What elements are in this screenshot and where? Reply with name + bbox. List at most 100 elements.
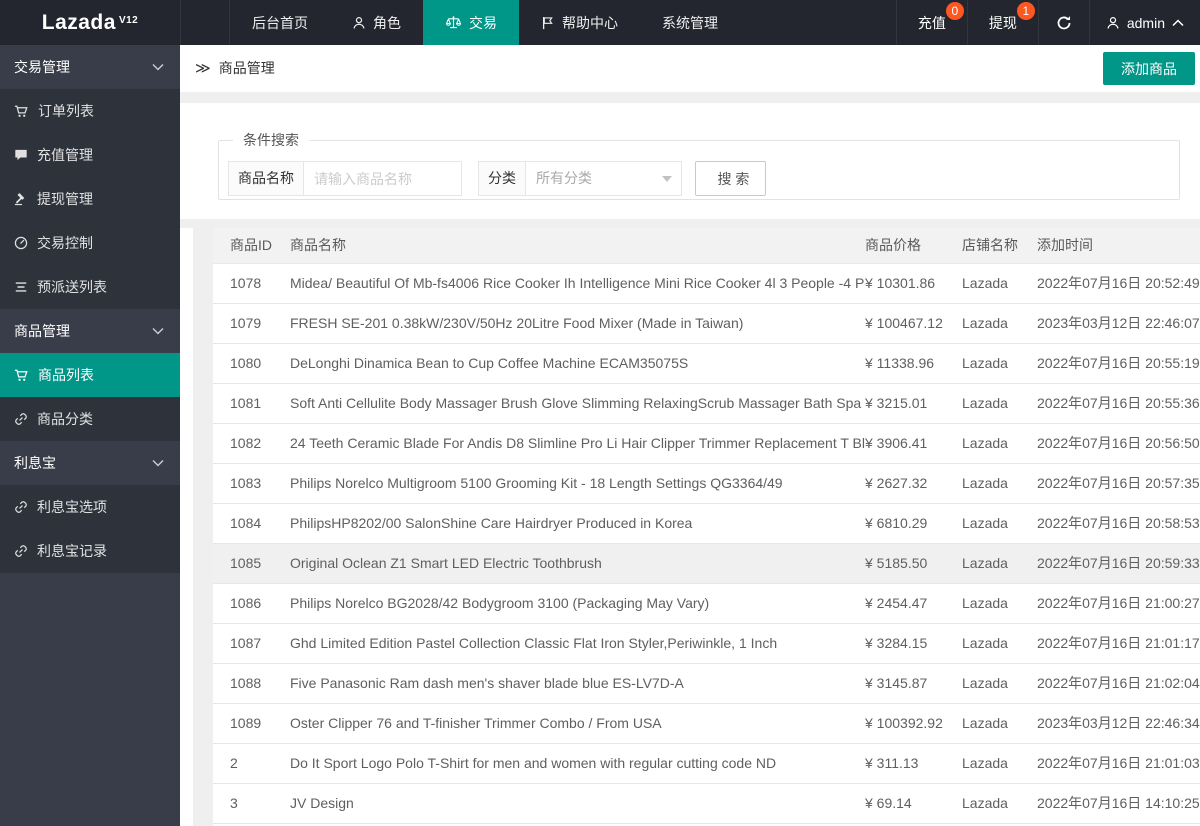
breadcrumb: 商品管理 bbox=[218, 60, 275, 76]
table-cell: 1085 bbox=[213, 543, 290, 584]
divider bbox=[180, 92, 1200, 103]
sidebar-item[interactable]: 利息宝选项 bbox=[0, 485, 180, 529]
table-cell: 2 bbox=[213, 743, 290, 784]
sidebar-item[interactable]: 提现管理 bbox=[0, 177, 180, 221]
table-cell: 1083 bbox=[213, 463, 290, 504]
cart-icon bbox=[14, 368, 29, 383]
table-cell: Philips Norelco BG2028/42 Bodygroom 3100… bbox=[290, 583, 865, 624]
table-cell: 1086 bbox=[213, 583, 290, 624]
quick-action[interactable]: 充值 0 bbox=[895, 0, 967, 45]
scales-icon bbox=[445, 15, 462, 30]
list-icon bbox=[14, 280, 28, 294]
search-button[interactable]: 搜 索 bbox=[695, 161, 766, 196]
nav-item[interactable]: 系统管理 bbox=[640, 0, 740, 45]
table-cell: 2022年07月16日 21:02:04 bbox=[1037, 663, 1200, 704]
table-cell: PhilipsHP8202/00 SalonShine Care Hairdry… bbox=[290, 503, 865, 544]
sidebar-item[interactable]: 订单列表 bbox=[0, 89, 180, 133]
sidebar-item[interactable]: 商品列表 bbox=[0, 353, 180, 397]
table-cell: 24 Teeth Ceramic Blade For Andis D8 Slim… bbox=[290, 423, 865, 464]
sidebar-item[interactable]: 利息宝记录 bbox=[0, 529, 180, 573]
table-cell: Lazada bbox=[962, 543, 1037, 584]
sidebar-section-header[interactable]: 利息宝 bbox=[0, 441, 180, 485]
table-cell: 2023年03月12日 22:46:34 bbox=[1037, 703, 1200, 744]
table-cell: 1088 bbox=[213, 663, 290, 704]
search-legend: 条件搜索 bbox=[243, 132, 299, 148]
search-form: 商品名称 分类 所有分类 搜 索 bbox=[228, 161, 766, 196]
column-header: 商品名称 bbox=[290, 228, 865, 264]
notification-badge: 1 bbox=[1016, 2, 1035, 20]
sidebar-item[interactable]: 交易控制 bbox=[0, 221, 180, 265]
table-cell: FRESH SE-201 0.38kW/230V/50Hz 20Litre Fo… bbox=[290, 303, 865, 344]
category-group: 分类 所有分类 bbox=[478, 161, 682, 196]
brand-version: V12 bbox=[118, 15, 139, 26]
comment-icon bbox=[14, 148, 28, 162]
quick-action-label: 提现 bbox=[988, 14, 1017, 31]
table-left-gutter bbox=[193, 228, 213, 826]
table-cell: ¥ 3906.41 bbox=[865, 423, 962, 464]
sidebar-item-label: 订单列表 bbox=[38, 103, 94, 119]
table-row: 1089 Oster Clipper 76 and T-finisher Trim… bbox=[213, 703, 1200, 744]
nav-item-label: 后台首页 bbox=[252, 14, 308, 31]
link-icon bbox=[14, 544, 28, 558]
product-name-input[interactable] bbox=[304, 161, 462, 196]
user-menu[interactable]: admin bbox=[1088, 0, 1200, 45]
sidebar-item-label: 交易控制 bbox=[37, 235, 93, 251]
category-select[interactable]: 所有分类 bbox=[526, 161, 682, 196]
sidebar-item[interactable]: 商品分类 bbox=[0, 397, 180, 441]
sidebar-item-label: 商品分类 bbox=[37, 411, 93, 427]
nav-item[interactable]: 角色 bbox=[330, 0, 423, 45]
table-cell: 2022年07月16日 21:00:27 bbox=[1037, 583, 1200, 624]
table-cell: 2022年07月16日 20:56:50 bbox=[1037, 423, 1200, 464]
add-product-button[interactable]: 添加商品 bbox=[1103, 52, 1195, 85]
table-row: 1081 Soft Anti Cellulite Body Massager Br… bbox=[213, 383, 1200, 424]
sidebar-section-label: 利息宝 bbox=[14, 455, 56, 471]
table-row: 1088 Five Panasonic Ram dash men's shaver… bbox=[213, 663, 1200, 704]
product-name-label: 商品名称 bbox=[228, 161, 304, 196]
nav-item-label: 帮助中心 bbox=[562, 14, 618, 31]
chevron-up-icon bbox=[1172, 18, 1184, 27]
sidebar-section-label: 交易管理 bbox=[14, 59, 70, 75]
quick-action[interactable]: 提现 1 bbox=[966, 0, 1038, 45]
table-cell: 1080 bbox=[213, 343, 290, 384]
sidebar-item-label: 利息宝选项 bbox=[37, 499, 107, 515]
table-cell: Lazada bbox=[962, 263, 1037, 304]
brand-logo: Lazada V12 bbox=[0, 0, 180, 45]
table-cell: 2023年03月12日 22:46:07 bbox=[1037, 303, 1200, 344]
table-cell: 1089 bbox=[213, 703, 290, 744]
nav-item[interactable]: 交易 bbox=[423, 0, 519, 45]
refresh-icon bbox=[1056, 15, 1072, 31]
notification-badge: 0 bbox=[945, 2, 964, 20]
nav-item[interactable]: 后台首页 bbox=[230, 0, 330, 45]
sidebar-toggle-button[interactable] bbox=[180, 0, 230, 45]
sidebar-item[interactable]: 预派送列表 bbox=[0, 265, 180, 309]
table-cell: Do It Sport Logo Polo T-Shirt for men an… bbox=[290, 743, 865, 784]
table-cell: Lazada bbox=[962, 583, 1037, 624]
chevron-down-icon bbox=[152, 63, 164, 71]
table-row: 1083 Philips Norelco Multigroom 5100 Groo… bbox=[213, 463, 1200, 504]
table-cell: ¥ 3215.01 bbox=[865, 383, 962, 424]
table-cell: 1087 bbox=[213, 623, 290, 664]
table-cell: Lazada bbox=[962, 783, 1037, 824]
table-body: 1078 Midea/ Beautiful Of Mb-fs4006 Rice C… bbox=[213, 263, 1200, 824]
sidebar-item[interactable]: 充值管理 bbox=[0, 133, 180, 177]
table-cell: Lazada bbox=[962, 503, 1037, 544]
table-cell: Lazada bbox=[962, 743, 1037, 784]
table-cell: 2022年07月16日 20:58:53 bbox=[1037, 503, 1200, 544]
table-cell: ¥ 5185.50 bbox=[865, 543, 962, 584]
table-cell: 1078 bbox=[213, 263, 290, 304]
gauge-icon bbox=[14, 236, 28, 250]
sidebar-item-label: 预派送列表 bbox=[37, 279, 107, 295]
sidebar-item-label: 利息宝记录 bbox=[37, 543, 107, 559]
search-panel: 条件搜索 商品名称 分类 所有分类 搜 索 bbox=[180, 103, 1200, 219]
table-header: 商品ID 商品名称 商品价格 店铺名称 添加时间 bbox=[213, 228, 1200, 264]
nav-item[interactable]: 帮助中心 bbox=[519, 0, 640, 45]
sidebar-section-header[interactable]: 交易管理 bbox=[0, 45, 180, 89]
table-cell: Philips Norelco Multigroom 5100 Grooming… bbox=[290, 463, 865, 504]
refresh-button[interactable] bbox=[1037, 0, 1089, 45]
search-fieldset: 条件搜索 商品名称 分类 所有分类 搜 索 bbox=[218, 130, 1180, 200]
sidebar-section-header[interactable]: 商品管理 bbox=[0, 309, 180, 353]
table-cell: ¥ 100467.12 bbox=[865, 303, 962, 344]
product-name-group: 商品名称 bbox=[228, 161, 462, 196]
table-cell: Lazada bbox=[962, 463, 1037, 504]
sidebar-item-label: 充值管理 bbox=[37, 147, 93, 163]
